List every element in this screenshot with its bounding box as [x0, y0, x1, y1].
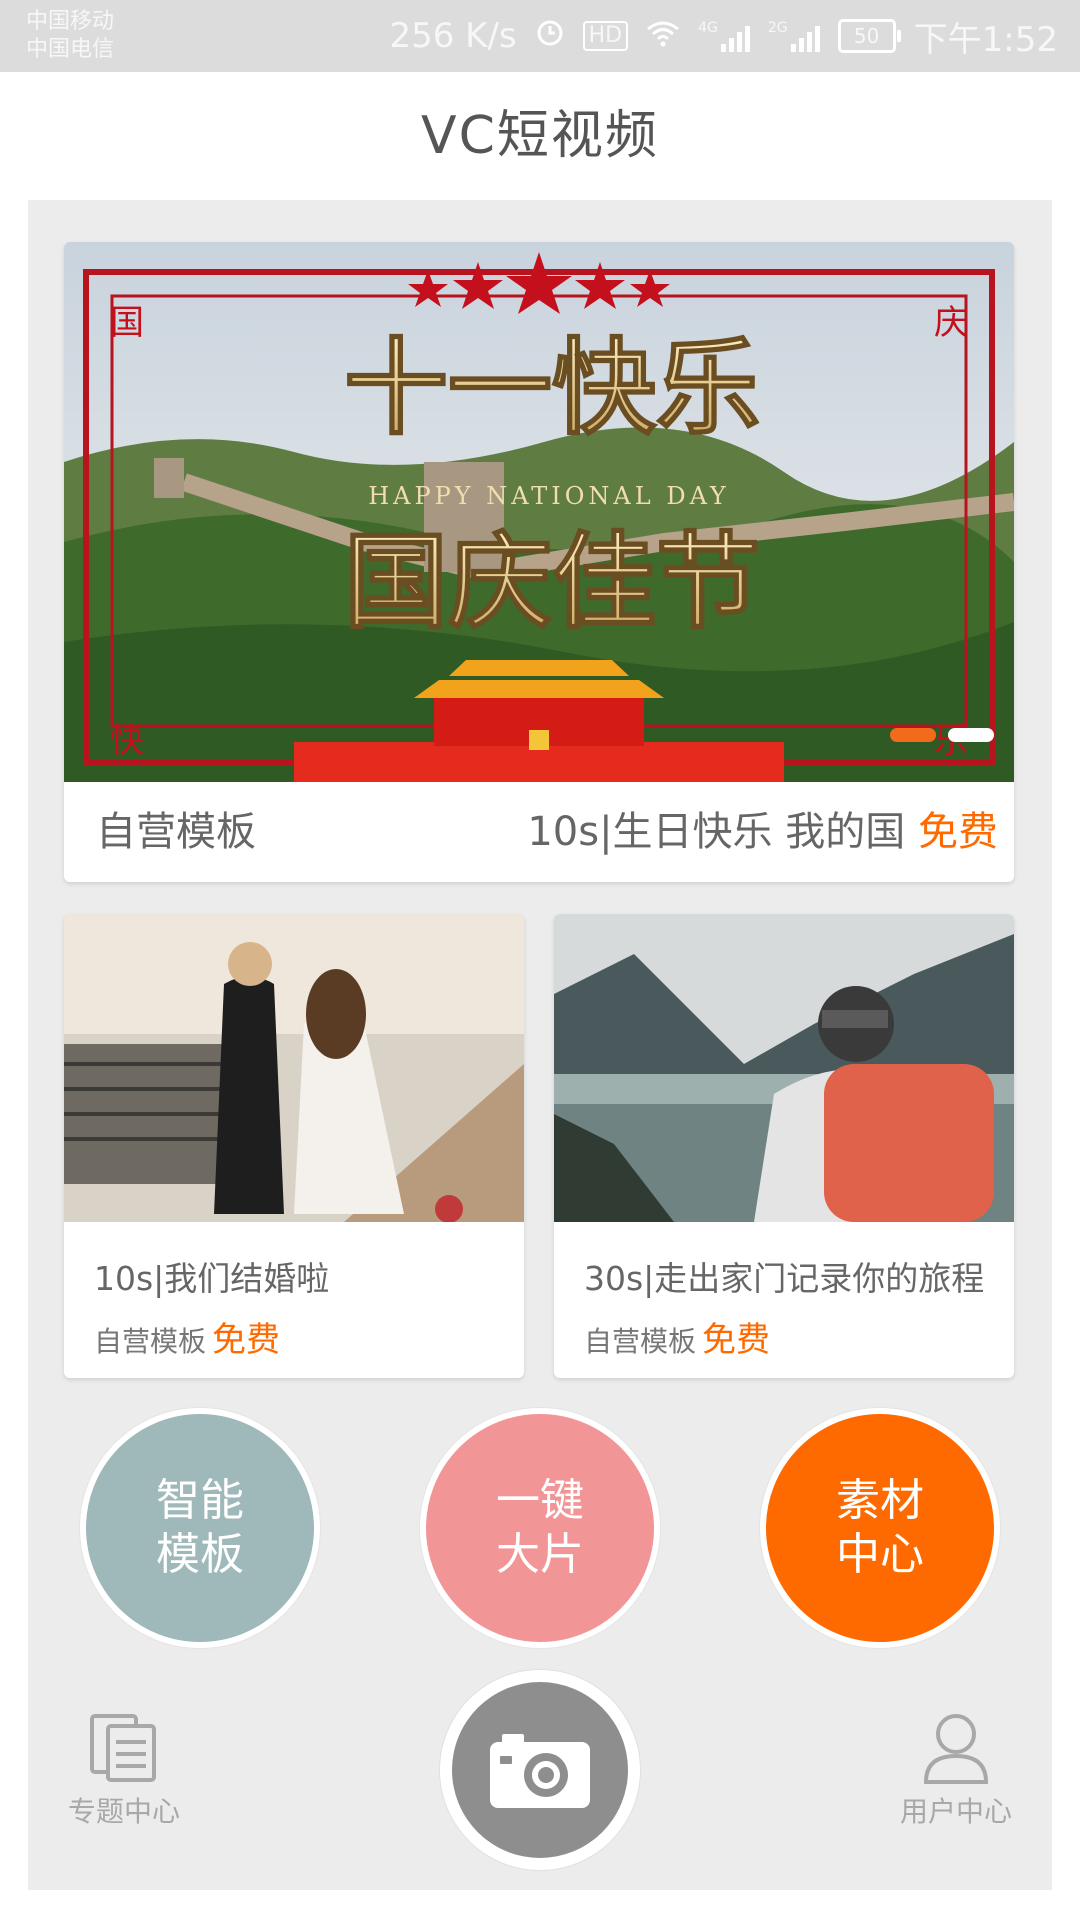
banner-headline: 十一快乐 — [344, 326, 760, 449]
status-bar: 中国移动 中国电信 256 K/s HD 4G 2G 50 下午1:52 — [0, 0, 1080, 72]
wifi-icon — [646, 16, 680, 56]
camera-button-inner — [452, 1682, 628, 1858]
banner-subline: HAPPY NATIONAL DAY — [368, 482, 730, 510]
carrier-2: 中国电信 — [26, 37, 115, 62]
material-center-button[interactable]: 素材 中心 — [760, 1408, 1000, 1648]
template-card-wedding[interactable]: 10s|我们结婚啦 自营模板 免费 — [64, 914, 524, 1378]
nav-user-label: 用户中心 — [899, 1795, 1012, 1828]
card-tag: 自营模板 — [584, 1325, 697, 1358]
camera-icon — [490, 1734, 590, 1808]
banner-corner-bl: 快 — [110, 721, 144, 761]
battery-icon: 50 — [837, 19, 901, 53]
app-title: VC短视频 — [421, 106, 659, 166]
banner-corner-tr: 庆 — [934, 303, 968, 343]
card-title: 30s|走出家门记录你的旅程 — [584, 1259, 985, 1298]
alarm-icon — [535, 16, 565, 56]
template-card-travel[interactable]: 30s|走出家门记录你的旅程 自营模板 免费 — [554, 914, 1014, 1378]
banner-tag: 自营模板 — [96, 809, 256, 855]
card-meta: 自营模板 免费 — [94, 1312, 280, 1361]
smart-template-label-1: 智能 — [156, 1475, 244, 1526]
carousel-dot[interactable] — [948, 728, 994, 742]
card-price: 免费 — [702, 1320, 771, 1360]
nav-topics-label: 专题中心 — [67, 1795, 180, 1828]
smart-template-label-2: 模板 — [156, 1529, 244, 1580]
clock: 下午1:52 — [913, 19, 1058, 60]
banner-headline-2: 国庆佳节 — [344, 520, 760, 643]
carrier-info: 中国移动 中国电信 — [26, 8, 114, 64]
travel-thumbnail[interactable] — [554, 914, 1014, 1222]
status-icons: 256 K/s HD 4G 2G 50 下午1:52 — [389, 10, 1058, 62]
banner-corner-tl: 国 — [110, 303, 144, 343]
app-header: VC短视频 — [0, 72, 1080, 200]
one-click-label-1: 一键 — [496, 1475, 584, 1526]
material-center-label-2: 中心 — [836, 1529, 924, 1580]
smart-template-button[interactable]: 智能 模板 — [80, 1408, 320, 1648]
signal-2-icon: 2G — [768, 20, 820, 52]
user-icon — [923, 1714, 989, 1784]
banner-price: 免费 — [918, 809, 998, 855]
nav-user[interactable]: 用户中心 — [886, 1710, 1026, 1830]
content-panel: 国 庆 快 乐 十一快乐 HAPPY NATIONAL DAY 国庆佳节 自营模… — [28, 200, 1052, 1890]
card-meta: 自营模板 免费 — [584, 1312, 770, 1361]
carousel-dot-active[interactable] — [890, 728, 936, 742]
network-type-2: 2G — [767, 20, 788, 36]
banner-title: 10s|生日快乐 我的国 — [527, 809, 906, 855]
camera-button[interactable] — [440, 1670, 640, 1870]
carrier-1: 中国移动 — [26, 9, 115, 34]
material-center-label-1: 素材 — [836, 1475, 924, 1526]
banner-footer: 自营模板 10s|生日快乐 我的国 免费 — [64, 782, 1014, 882]
wedding-thumbnail[interactable] — [64, 914, 524, 1222]
banner-image[interactable]: 国 庆 快 乐 十一快乐 HAPPY NATIONAL DAY 国庆佳节 — [64, 242, 1014, 782]
card-price: 免费 — [212, 1320, 281, 1360]
hd-badge: HD — [582, 21, 629, 51]
card-title: 10s|我们结婚啦 — [94, 1259, 330, 1298]
network-speed: 256 K/s — [389, 16, 517, 56]
clipboard-icon — [90, 1714, 156, 1782]
banner-card[interactable]: 国 庆 快 乐 十一快乐 HAPPY NATIONAL DAY 国庆佳节 自营模… — [64, 242, 1014, 882]
one-click-video-button[interactable]: 一键 大片 — [420, 1408, 660, 1648]
network-type-1: 4G — [698, 20, 718, 36]
one-click-label-2: 大片 — [496, 1529, 584, 1580]
banner-info: 10s|生日快乐 我的国 免费 — [527, 782, 998, 882]
card-tag: 自营模板 — [94, 1325, 207, 1358]
nav-topics[interactable]: 专题中心 — [54, 1710, 194, 1830]
signal-1-icon: 4G — [698, 20, 750, 52]
